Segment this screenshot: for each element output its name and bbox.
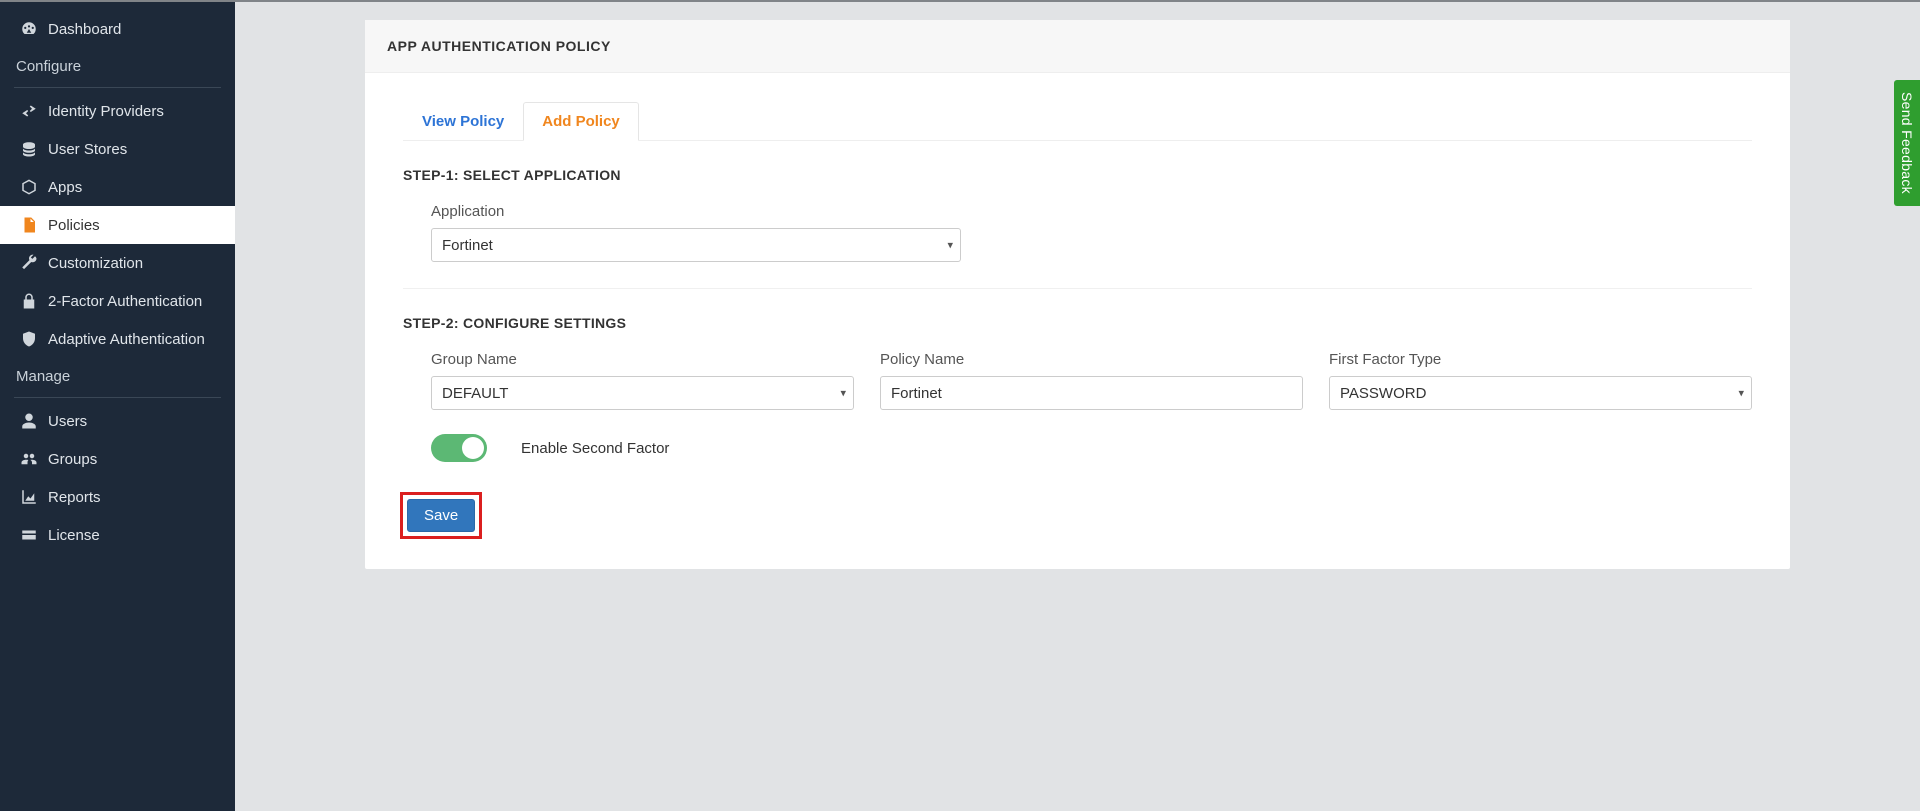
group-name-label: Group Name	[431, 351, 854, 368]
tab-view-policy[interactable]: View Policy	[403, 102, 523, 141]
sidebar-label-dashboard: Dashboard	[48, 21, 121, 38]
group-name-select[interactable]: DEFAULT	[431, 376, 854, 410]
sidebar-label-identity-providers: Identity Providers	[48, 103, 164, 120]
sidebar-section-configure: Configure	[0, 48, 235, 83]
sidebar-section-label-configure: Configure	[16, 58, 81, 75]
user-icon	[16, 412, 42, 430]
sidebar-item-customization[interactable]: Customization	[0, 244, 235, 282]
sidebar-label-adaptive-auth: Adaptive Authentication	[48, 331, 205, 348]
step2-title: STEP-2: CONFIGURE SETTINGS	[403, 315, 1752, 331]
enable-second-factor-toggle[interactable]	[431, 434, 487, 462]
policy-name-label: Policy Name	[880, 351, 1303, 368]
sidebar-label-reports: Reports	[48, 489, 101, 506]
policy-tabs: View Policy Add Policy	[403, 101, 1752, 141]
policy-name-input[interactable]	[880, 376, 1303, 410]
sidebar-divider	[14, 87, 221, 88]
sidebar-label-groups: Groups	[48, 451, 97, 468]
step2-row: Group Name DEFAULT Policy Name First Fac…	[431, 351, 1752, 410]
step-separator	[403, 288, 1752, 289]
sidebar-item-groups[interactable]: Groups	[0, 440, 235, 478]
send-feedback-tab[interactable]: Send Feedback	[1894, 80, 1920, 206]
save-button[interactable]: Save	[407, 499, 475, 532]
sidebar-divider-2	[14, 397, 221, 398]
wrench-icon	[16, 254, 42, 272]
application-select-wrap: Fortinet	[431, 228, 961, 262]
sidebar-item-two-factor[interactable]: 2-Factor Authentication	[0, 282, 235, 320]
groups-icon	[16, 450, 42, 468]
policy-card: APP AUTHENTICATION POLICY View Policy Ad…	[365, 20, 1790, 569]
database-icon	[16, 140, 42, 158]
sidebar-item-adaptive-auth[interactable]: Adaptive Authentication	[0, 320, 235, 358]
sidebar-item-identity-providers[interactable]: Identity Providers	[0, 92, 235, 130]
sidebar-item-policies[interactable]: Policies	[0, 206, 235, 244]
sidebar-label-user-stores: User Stores	[48, 141, 127, 158]
enable-second-factor-row: Enable Second Factor	[431, 434, 1752, 462]
sidebar-label-customization: Customization	[48, 255, 143, 272]
sidebar-item-apps[interactable]: Apps	[0, 168, 235, 206]
document-icon	[16, 216, 42, 234]
card-body: View Policy Add Policy STEP-1: SELECT AP…	[365, 73, 1790, 569]
chart-icon	[16, 488, 42, 506]
sidebar-item-users[interactable]: Users	[0, 402, 235, 440]
sidebar-item-reports[interactable]: Reports	[0, 478, 235, 516]
sidebar-label-users: Users	[48, 413, 87, 430]
sidebar-section-label-manage: Manage	[16, 368, 70, 385]
group-name-select-wrap: DEFAULT	[431, 376, 854, 410]
step1-title: STEP-1: SELECT APPLICATION	[403, 167, 1752, 183]
tab-add-policy[interactable]: Add Policy	[523, 102, 639, 141]
save-highlight-box: Save	[400, 492, 482, 539]
group-name-field: Group Name DEFAULT	[431, 351, 854, 410]
main-content: APP AUTHENTICATION POLICY View Policy Ad…	[235, 0, 1920, 811]
card-title: APP AUTHENTICATION POLICY	[365, 20, 1790, 73]
sidebar-section-manage: Manage	[0, 358, 235, 393]
sidebar-item-license[interactable]: License	[0, 516, 235, 554]
first-factor-label: First Factor Type	[1329, 351, 1752, 368]
card-icon	[16, 526, 42, 544]
application-label: Application	[431, 203, 1752, 220]
window-top-hairline	[0, 0, 1920, 2]
step1-block: Application Fortinet	[403, 203, 1752, 262]
swap-icon	[16, 102, 42, 120]
application-select[interactable]: Fortinet	[431, 228, 961, 262]
shield-icon	[16, 330, 42, 348]
dashboard-icon	[16, 20, 42, 38]
lock-icon	[16, 292, 42, 310]
sidebar: Dashboard Configure Identity Providers U…	[0, 0, 235, 811]
toggle-knob	[462, 437, 484, 459]
step2-block: Group Name DEFAULT Policy Name First Fac…	[403, 351, 1752, 462]
first-factor-select[interactable]: PASSWORD	[1329, 376, 1752, 410]
cube-icon	[16, 178, 42, 196]
sidebar-item-user-stores[interactable]: User Stores	[0, 130, 235, 168]
enable-second-factor-label: Enable Second Factor	[521, 440, 669, 457]
first-factor-field: First Factor Type PASSWORD	[1329, 351, 1752, 410]
first-factor-select-wrap: PASSWORD	[1329, 376, 1752, 410]
sidebar-label-two-factor: 2-Factor Authentication	[48, 293, 202, 310]
sidebar-label-apps: Apps	[48, 179, 82, 196]
sidebar-item-dashboard[interactable]: Dashboard	[0, 10, 235, 48]
sidebar-label-policies: Policies	[48, 217, 100, 234]
sidebar-label-license: License	[48, 527, 100, 544]
policy-name-field: Policy Name	[880, 351, 1303, 410]
